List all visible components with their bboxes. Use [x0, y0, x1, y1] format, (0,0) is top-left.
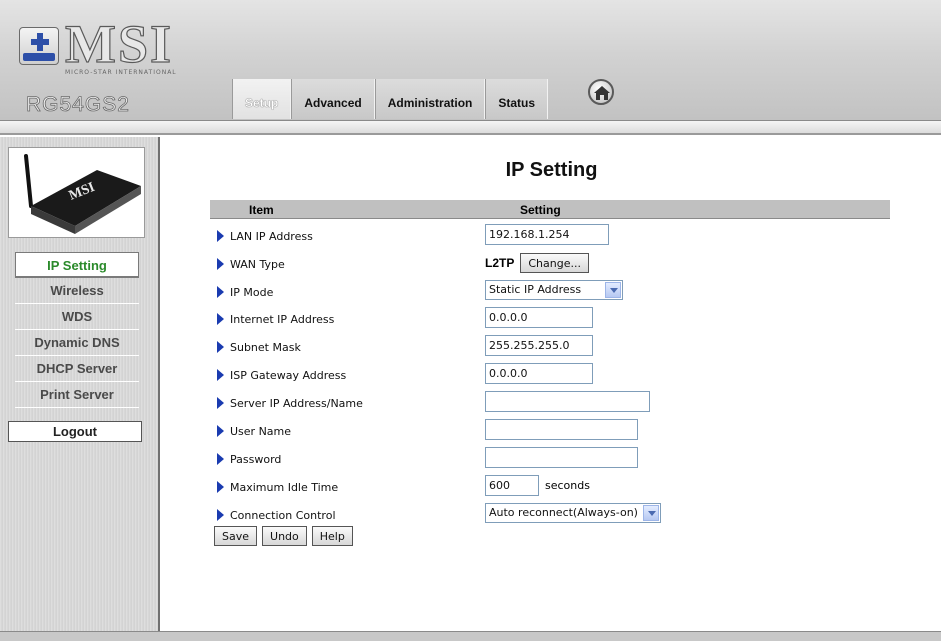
internet-ip-input[interactable] — [485, 307, 593, 328]
tab-advanced[interactable]: Advanced — [291, 79, 375, 119]
bullet-arrow-icon — [217, 313, 224, 325]
main-content: IP Setting Item Setting LAN IP Address W… — [162, 137, 941, 631]
row-subnet-mask: Subnet Mask — [214, 335, 814, 359]
page-title: IP Setting — [505, 159, 598, 181]
sidebar-item-dynamic-dns[interactable]: Dynamic DNS — [15, 330, 139, 356]
main-nav-tabs: Setup Advanced Administration Status — [232, 79, 549, 119]
sidebar-menu: IP Setting Wireless WDS Dynamic DNS DHCP… — [15, 252, 139, 408]
sidebar-item-wds[interactable]: WDS — [15, 304, 139, 330]
undo-button[interactable]: Undo — [262, 526, 307, 546]
msi-logo: MSI MICRO-STAR INTERNATIONAL RG54GS2 — [7, 7, 207, 117]
save-button[interactable]: Save — [214, 526, 258, 546]
bullet-arrow-icon — [217, 258, 224, 270]
column-header-setting: Setting — [520, 203, 561, 217]
label-connection-control: Connection Control — [230, 509, 336, 522]
row-connection-control: Connection Control Auto reconnect(Always… — [214, 503, 814, 527]
router-product-image: MSI — [8, 147, 145, 238]
house-glyph — [594, 86, 610, 100]
server-input[interactable] — [485, 391, 650, 412]
connection-control-selected-value: Auto reconnect(Always-on) — [489, 506, 638, 519]
brand-subtitle: MICRO-STAR INTERNATIONAL — [65, 69, 177, 76]
bullet-arrow-icon — [217, 286, 224, 298]
label-username: User Name — [230, 425, 292, 438]
subnet-mask-input[interactable] — [485, 335, 593, 356]
row-idle-time: Maximum Idle Time seconds — [214, 475, 814, 499]
row-wan-type: WAN Type L2TP Change... — [214, 252, 814, 276]
change-wan-button[interactable]: Change... — [520, 253, 589, 273]
tab-setup[interactable]: Setup — [232, 79, 292, 119]
username-input[interactable] — [485, 419, 638, 440]
idle-time-input[interactable] — [485, 475, 539, 496]
help-button[interactable]: Help — [311, 526, 353, 546]
ip-mode-selected-value: Static IP Address — [489, 283, 582, 296]
bullet-arrow-icon — [217, 481, 224, 493]
label-server: Server IP Address/Name — [230, 397, 363, 410]
settings-table-header: Item Setting — [210, 200, 890, 219]
row-gateway: ISP Gateway Address — [214, 363, 814, 387]
chevron-down-icon[interactable] — [643, 505, 659, 521]
row-internet-ip: Internet IP Address — [214, 307, 814, 331]
header-band — [0, 121, 941, 135]
lan-ip-input[interactable] — [485, 224, 609, 245]
wan-type-value: L2TP — [485, 256, 515, 270]
bullet-arrow-icon — [217, 230, 224, 242]
sidebar-item-print-server[interactable]: Print Server — [15, 382, 139, 408]
brand-name: MSI — [64, 14, 174, 74]
label-lan-ip: LAN IP Address — [230, 230, 313, 243]
idle-time-unit: seconds — [545, 479, 590, 492]
ip-mode-select[interactable]: Static IP Address — [485, 280, 623, 300]
label-idle-time: Maximum Idle Time — [230, 481, 339, 494]
sidebar-item-wireless[interactable]: Wireless — [15, 278, 139, 304]
router-illustration: MSI — [24, 154, 141, 234]
label-ip-mode: IP Mode — [230, 286, 274, 299]
row-ip-mode: IP Mode Static IP Address — [214, 280, 814, 304]
label-gateway: ISP Gateway Address — [230, 369, 347, 382]
label-password: Password — [230, 453, 282, 466]
logout-button[interactable]: Logout — [8, 421, 142, 442]
sidebar-item-dhcp-server[interactable]: DHCP Server — [15, 356, 139, 382]
column-header-item: Item — [249, 203, 274, 217]
row-server: Server IP Address/Name — [214, 391, 814, 415]
label-wan-type: WAN Type — [230, 258, 285, 271]
footer-bar — [0, 631, 941, 641]
model-name: RG54GS2 — [26, 93, 130, 117]
label-subnet-mask: Subnet Mask — [230, 341, 301, 354]
msi-badge-icon — [19, 27, 59, 65]
row-lan-ip: LAN IP Address — [214, 224, 814, 248]
tab-status[interactable]: Status — [485, 79, 549, 119]
connection-control-select[interactable]: Auto reconnect(Always-on) — [485, 503, 661, 523]
bullet-arrow-icon — [217, 425, 224, 437]
bullet-arrow-icon — [217, 509, 224, 521]
tab-administration[interactable]: Administration — [374, 79, 486, 119]
sidebar-item-ip-setting[interactable]: IP Setting — [15, 252, 139, 278]
password-input[interactable] — [485, 447, 638, 468]
label-internet-ip: Internet IP Address — [230, 313, 335, 326]
row-password: Password — [214, 447, 814, 471]
gateway-input[interactable] — [485, 363, 593, 384]
chevron-down-icon[interactable] — [605, 282, 621, 298]
bullet-arrow-icon — [217, 397, 224, 409]
bullet-arrow-icon — [217, 453, 224, 465]
bullet-arrow-icon — [217, 369, 224, 381]
header: MSI MICRO-STAR INTERNATIONAL RG54GS2 Set… — [0, 0, 941, 121]
bullet-arrow-icon — [217, 341, 224, 353]
home-icon[interactable] — [588, 79, 614, 105]
row-username: User Name — [214, 419, 814, 443]
sidebar: MSI IP Setting Wireless WDS Dynamic DNS … — [0, 137, 160, 631]
action-buttons: Save Undo Help — [214, 526, 353, 546]
